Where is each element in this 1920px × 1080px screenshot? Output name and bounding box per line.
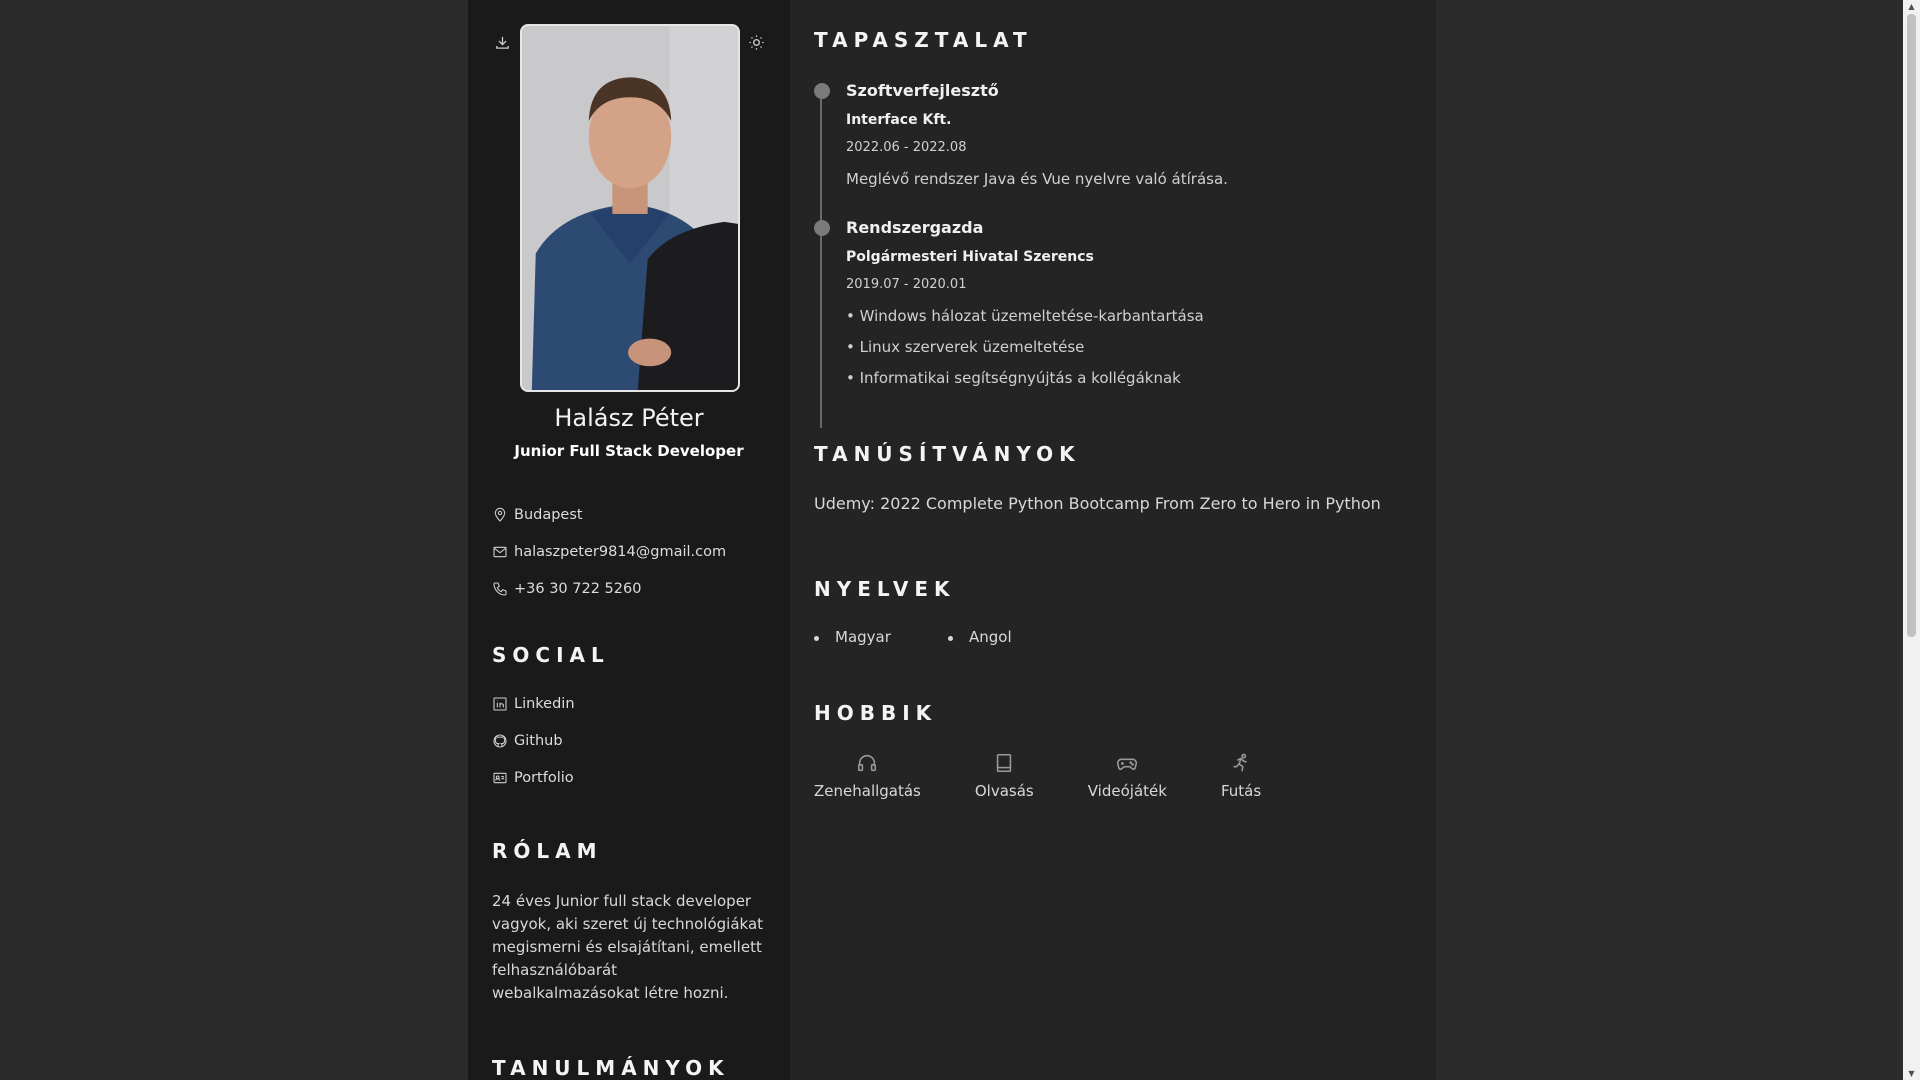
studies-title: TANULMÁNYOK	[492, 1056, 730, 1080]
scroll-thumb[interactable]	[1907, 14, 1916, 637]
social-link-label[interactable]: Portfolio	[514, 770, 574, 786]
contact-phone-text[interactable]: +36 30 722 5260	[514, 581, 641, 597]
timeline-dot	[814, 83, 830, 99]
social-link-portfolio[interactable]: Portfolio	[492, 759, 575, 796]
download-icon[interactable]	[492, 32, 512, 52]
timeline-dot	[814, 220, 830, 236]
profile-name: Halász Péter	[554, 404, 704, 432]
running-icon	[1233, 753, 1247, 772]
headphones-icon	[858, 754, 877, 772]
resume-page: Halász Péter Junior Full Stack Developer…	[468, 0, 1436, 1080]
hobby-list: Zenehallgatás Olvasás Videójáték Futás	[814, 752, 1315, 800]
social-link-label[interactable]: Github	[514, 733, 563, 749]
main-content: TAPASZTALAT Szoftverfejlesztő Interface …	[790, 0, 1436, 1080]
hobby-label: Videójáték	[1087, 782, 1167, 800]
hobby-label: Olvasás	[974, 782, 1034, 800]
sidebar: Halász Péter Junior Full Stack Developer…	[468, 0, 790, 1080]
linkedin-icon	[493, 696, 507, 711]
contact-email[interactable]: halaszpeter9814@gmail.com	[492, 533, 726, 570]
page-scrollbar[interactable]: ▲ ▼	[1903, 0, 1920, 1080]
sun-icon[interactable]	[746, 32, 766, 52]
github-icon	[493, 733, 507, 748]
certificates-title: TANÚSÍTVÁNYOK	[814, 442, 1081, 466]
job-entry: Rendszergazda Polgármesteri Hivatal Szer…	[814, 218, 1204, 400]
about-text: 24 éves Junior full stack developer vagy…	[492, 892, 764, 1002]
social-link-linkedin[interactable]: Linkedin	[492, 685, 575, 722]
job-company: Polgármesteri Hivatal Szerencs	[846, 249, 1094, 265]
hobby-item: Olvasás	[975, 752, 1034, 800]
job-date: 2022.06 - 2022.08	[846, 140, 967, 155]
contact-list: Budapest halaszpeter9814@gmail.com +36 3…	[492, 496, 726, 607]
job-description: • Informatikai segítségnyújtás a kollégá…	[846, 369, 1181, 387]
phone-icon	[493, 581, 507, 596]
timeline-line	[820, 86, 822, 428]
contact-location: Budapest	[492, 496, 726, 533]
job-title: Rendszergazda	[846, 218, 984, 237]
job-date: 2019.07 - 2020.01	[846, 277, 967, 292]
social-link-label[interactable]: Linkedin	[514, 696, 575, 712]
hobby-item: Futás	[1221, 752, 1261, 800]
contact-location-text: Budapest	[514, 506, 583, 523]
job-description: Meglévő rendszer Java és Vue nyelvre val…	[846, 170, 1228, 188]
language-item: Magyar	[814, 628, 948, 646]
job-company: Interface Kft.	[846, 112, 952, 128]
hobby-item: Videójáték	[1088, 752, 1167, 800]
contact-phone[interactable]: +36 30 722 5260	[492, 570, 726, 607]
gamepad-icon	[1117, 758, 1138, 770]
profile-photo	[520, 24, 740, 392]
social-title: SOCIAL	[492, 643, 610, 667]
book-icon	[997, 753, 1012, 773]
languages-title: NYELVEK	[814, 577, 956, 601]
about-title: RÓLAM	[492, 839, 603, 863]
hobby-label: Futás	[1220, 782, 1262, 800]
job-description: • Windows hálozat üzemeltetése-karbantar…	[846, 307, 1204, 325]
portfolio-icon	[493, 772, 507, 783]
hobbies-title: HOBBIK	[814, 701, 938, 725]
language-item: Angol	[948, 628, 1082, 646]
location-icon	[494, 507, 506, 522]
experience-title: TAPASZTALAT	[814, 28, 1033, 52]
language-list: Magyar Angol	[814, 628, 1082, 646]
hobby-label: Zenehallgatás	[814, 782, 921, 800]
job-entry: Szoftverfejlesztő Interface Kft. 2022.06…	[814, 81, 1228, 201]
job-title: Szoftverfejlesztő	[846, 81, 999, 100]
social-link-github[interactable]: Github	[492, 722, 575, 759]
job-description: • Linux szerverek üzemeltetése	[846, 338, 1085, 356]
contact-email-text[interactable]: halaszpeter9814@gmail.com	[514, 544, 726, 560]
scroll-up-arrow[interactable]: ▲	[1907, 2, 1916, 11]
scroll-down-arrow[interactable]: ▼	[1907, 1069, 1916, 1078]
hobby-item: Zenehallgatás	[814, 752, 921, 800]
certificate-item: Udemy: 2022 Complete Python Bootcamp Fro…	[814, 494, 1381, 513]
profile-role: Junior Full Stack Developer	[514, 442, 744, 460]
social-list: Linkedin Github Portfolio	[492, 685, 575, 796]
mail-icon	[493, 546, 507, 557]
